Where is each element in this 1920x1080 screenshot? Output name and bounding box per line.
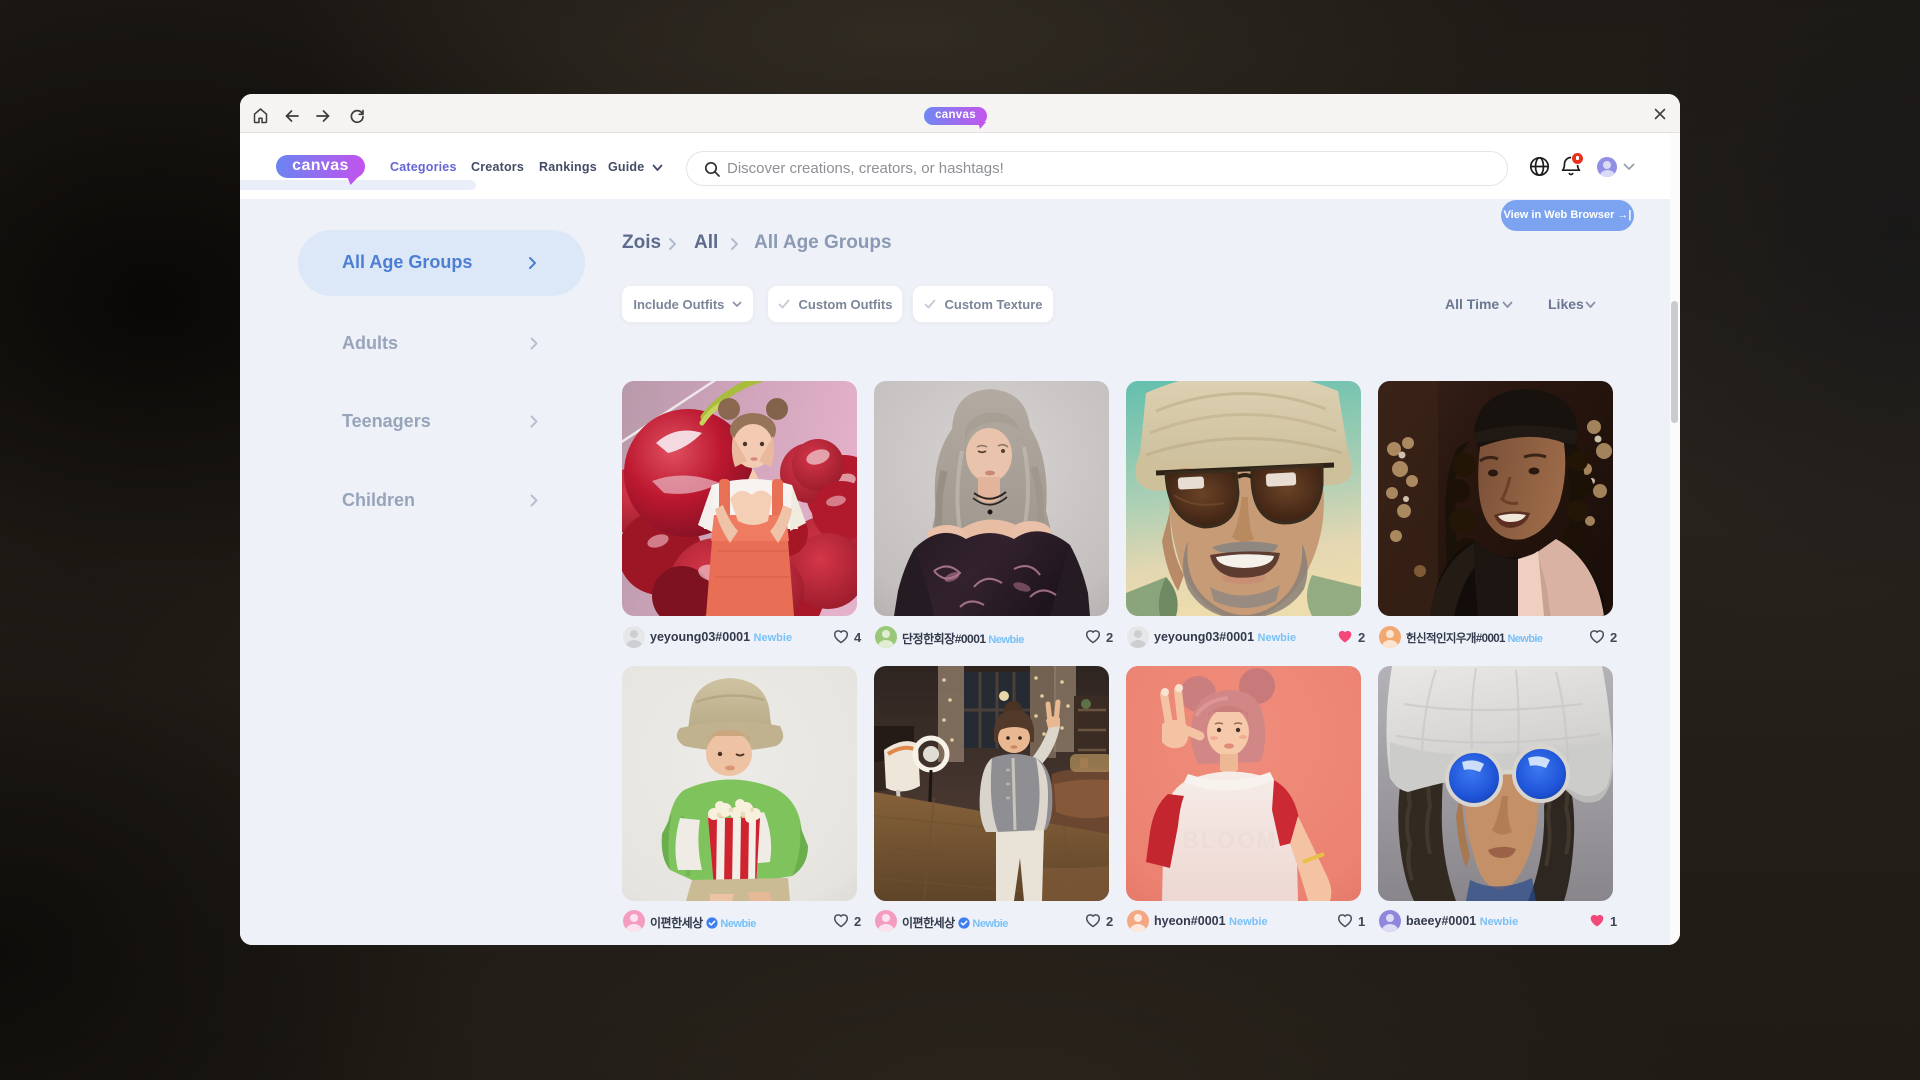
svg-text:BLOOM: BLOOM	[1182, 827, 1278, 853]
